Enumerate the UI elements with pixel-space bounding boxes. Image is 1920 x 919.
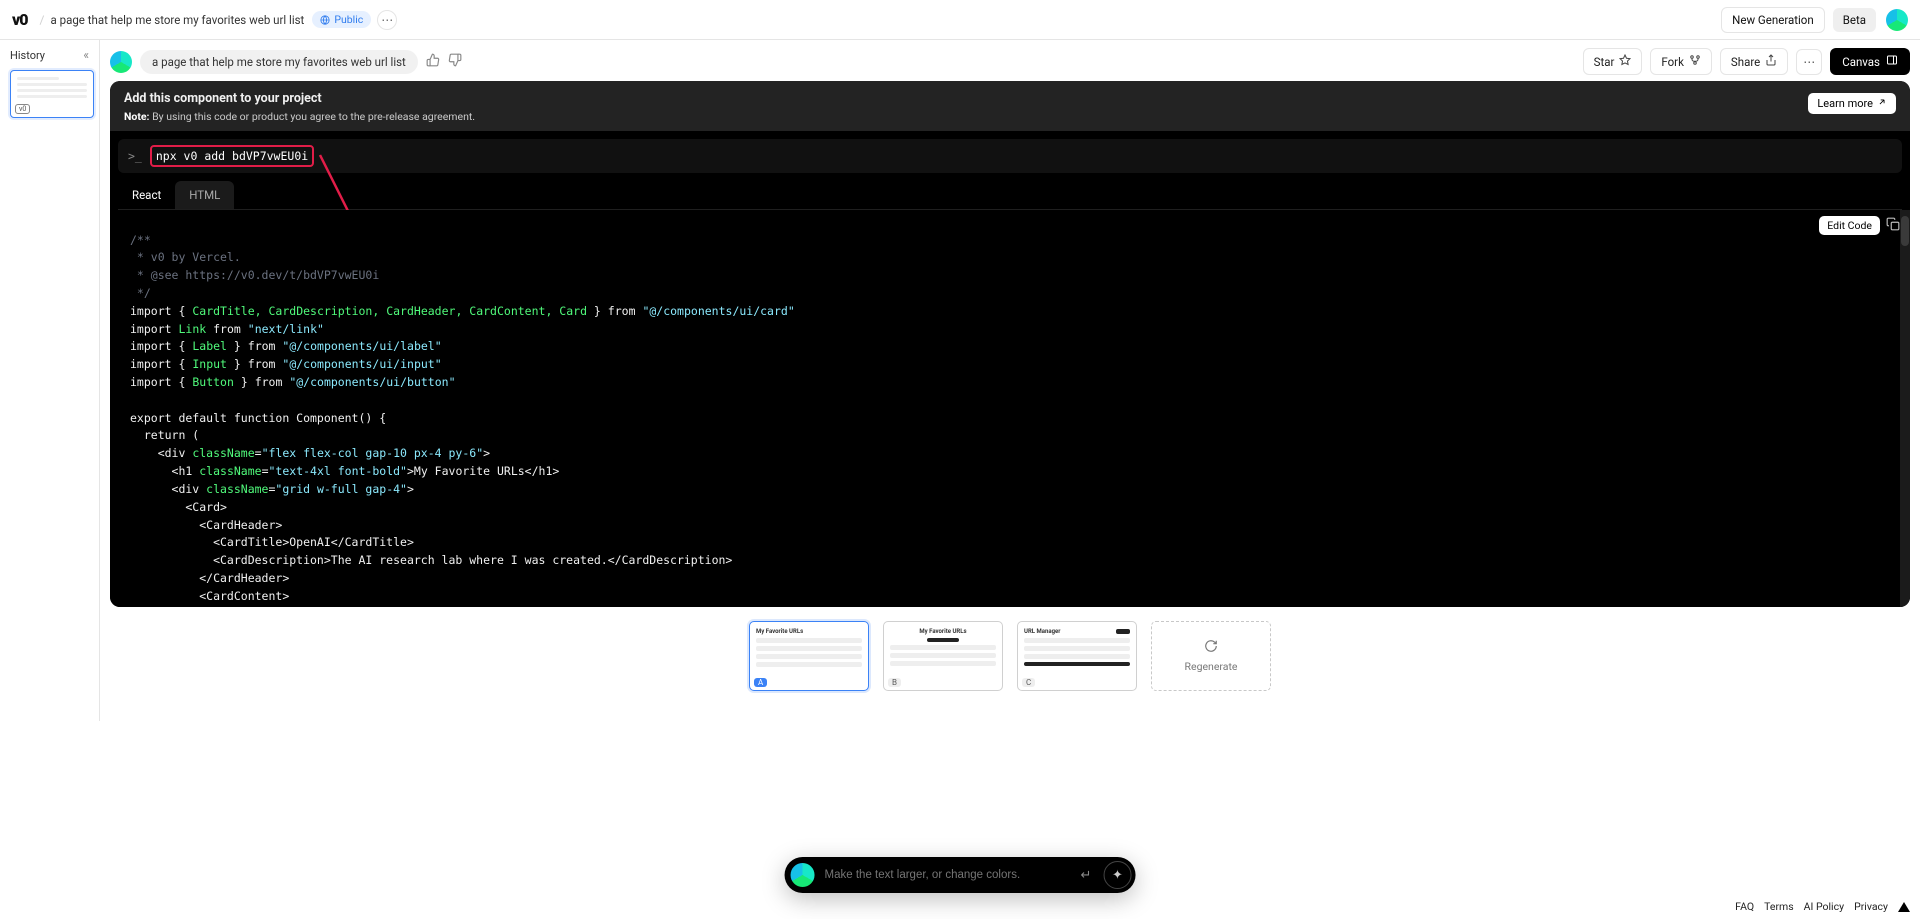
beta-badge: Beta [1833,8,1876,32]
history-sidebar: History « v0 [0,40,100,721]
preview-c[interactable]: URL Manager C [1017,621,1137,691]
code-content[interactable]: /** * v0 by Vercel. * @see https://v0.de… [110,222,1910,608]
history-thumbnail[interactable]: v0 [10,70,94,118]
star-button[interactable]: Star [1583,48,1643,75]
edit-code-button[interactable]: Edit Code [1819,216,1880,235]
collapse-icon[interactable]: « [83,48,89,62]
thumbs-up-icon[interactable] [426,53,440,71]
share-icon [1765,54,1777,69]
main-column: a page that help me store my favorites w… [100,40,1920,721]
preview-chip-a: A [754,678,767,687]
workspace: History « v0 a page that help me store m… [0,40,1920,721]
panel-title: Add this component to your project [124,91,1808,106]
enhance-button[interactable]: ✦ [1103,861,1131,889]
tab-html[interactable]: HTML [175,181,234,209]
avatar[interactable] [1886,9,1908,31]
footer-ai-policy[interactable]: AI Policy [1804,900,1844,913]
visibility-badge[interactable]: Public [312,11,371,28]
preview-b[interactable]: My Favorite URLs B [883,621,1003,691]
sparkle-icon: ✦ [1112,868,1123,883]
panel-header: Add this component to your project Note:… [110,81,1910,131]
footer-terms[interactable]: Terms [1764,900,1794,913]
dots-icon: ⋯ [381,13,393,27]
prompt-icon: >_ [128,149,142,163]
canvas-button[interactable]: Canvas [1830,48,1910,75]
canvas-label: Canvas [1842,55,1880,69]
generation-toolbar: a page that help me store my favorites w… [110,48,1910,75]
visibility-label: Public [334,13,363,26]
install-command[interactable]: >_ npx v0 add bdVP7vwEU0i [118,139,1902,173]
prompt-text: a page that help me store my favorites w… [140,50,418,74]
globe-icon [320,15,330,25]
thumbnail-badge: v0 [15,104,30,114]
scrollbar[interactable] [1900,210,1910,607]
breadcrumb[interactable]: a page that help me store my favorites w… [51,13,305,27]
footer-privacy[interactable]: Privacy [1854,900,1888,913]
footer-faq[interactable]: FAQ [1735,900,1754,913]
preview-strip: My Favorite URLs A My Favorite URLs B UR… [110,621,1910,691]
new-generation-button[interactable]: New Generation [1721,7,1825,33]
code-viewport: Edit Code /** * v0 by Vercel. * @see htt… [110,210,1910,607]
code-panel: Add this component to your project Note:… [110,81,1910,607]
share-button[interactable]: Share [1720,48,1788,75]
more-options-button[interactable]: ⋯ [377,10,397,30]
sidebar-title: History [10,49,45,62]
prompt-input[interactable] [823,868,1073,882]
copy-icon[interactable] [1886,217,1900,235]
header-bar: v0 / a page that help me store my favori… [0,0,1920,40]
command-highlight: npx v0 add bdVP7vwEU0i [150,145,314,167]
panel-note: Note: By using this code or product you … [124,110,1808,123]
logo[interactable]: v0 [12,10,28,29]
footer-links: FAQ Terms AI Policy Privacy [1735,900,1910,913]
breadcrumb-separator: / [40,13,45,27]
preview-chip-c: C [1022,678,1035,687]
avatar [110,51,132,73]
fork-icon [1689,54,1701,69]
thumbs-down-icon[interactable] [448,53,462,71]
star-icon [1619,54,1631,69]
fork-label: Fork [1661,55,1684,69]
panel-icon [1886,54,1898,69]
avatar [791,863,815,887]
share-label: Share [1731,55,1760,69]
dots-icon: ⋯ [1803,55,1815,69]
preview-a[interactable]: My Favorite URLs A [749,621,869,691]
tab-react[interactable]: React [118,181,175,209]
enter-icon[interactable]: ↵ [1081,868,1092,883]
preview-chip-b: B [888,678,901,687]
regenerate-label: Regenerate [1185,660,1238,673]
star-label: Star [1594,55,1615,69]
vercel-logo-icon[interactable] [1898,902,1910,912]
refresh-icon [1204,639,1218,656]
regenerate-button[interactable]: Regenerate [1151,621,1271,691]
external-link-icon [1877,97,1887,110]
more-button[interactable]: ⋯ [1796,49,1822,75]
learn-more-button[interactable]: Learn more [1808,93,1896,114]
fork-button[interactable]: Fork [1650,48,1712,75]
code-tabs: React HTML [118,181,1902,210]
prompt-input-bar: ↵ ✦ [785,857,1136,893]
